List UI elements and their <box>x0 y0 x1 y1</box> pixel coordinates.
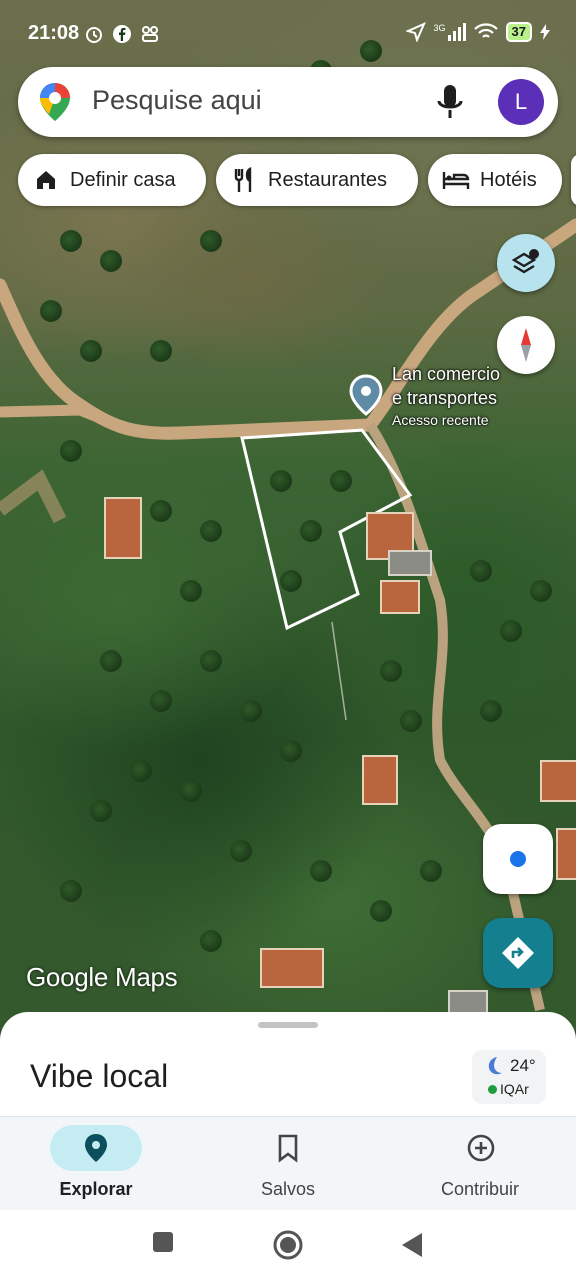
weather-widget[interactable]: 24° IQAr <box>472 1050 546 1104</box>
search-input[interactable]: Pesquise aqui <box>92 85 262 116</box>
status-system-icons: 3G 37 <box>405 22 550 42</box>
alarm-icon <box>86 27 102 43</box>
place-subtitle: Acesso recente <box>392 412 489 428</box>
chip-label: Definir casa <box>70 168 176 191</box>
air-quality-label: IQAr <box>500 1081 529 1097</box>
place-pin-icon[interactable] <box>348 374 384 416</box>
sheet-drag-handle[interactable] <box>258 1022 318 1028</box>
place-name-line2: e transportes <box>392 388 498 408</box>
status-bar: 21:08 3G 37 <box>0 0 576 70</box>
home-icon <box>32 166 60 194</box>
nav-salvos[interactable]: Salvos <box>192 1117 384 1211</box>
moon-icon <box>488 1057 502 1075</box>
chip-label: Hotéis <box>480 168 537 191</box>
add-circle-icon <box>467 1134 495 1162</box>
network-type: 3G <box>433 23 446 33</box>
google-maps-logo-icon <box>40 83 70 121</box>
nav-label: Explorar <box>59 1179 133 1199</box>
google-maps-watermark: Google Maps <box>26 962 178 992</box>
chip-restaurantes[interactable]: Restaurantes <box>216 154 418 206</box>
layers-button[interactable] <box>497 234 555 292</box>
directions-button[interactable] <box>483 918 553 988</box>
account-avatar[interactable]: L <box>498 79 544 125</box>
status-time: 21:08 <box>28 22 80 44</box>
bookmark-icon <box>278 1134 298 1163</box>
layers-icon <box>511 249 539 274</box>
chip-hoteis[interactable]: Hotéis <box>428 154 562 206</box>
place-name-line1: Lan comercio <box>392 364 501 384</box>
hotel-icon <box>442 166 470 194</box>
back-icon[interactable] <box>400 1232 424 1258</box>
battery-icon: 37 <box>505 22 532 42</box>
compass-button[interactable] <box>497 316 555 374</box>
nav-explorar[interactable]: Explorar <box>0 1117 192 1211</box>
my-location-button[interactable] <box>483 824 553 894</box>
facebook-icon <box>113 25 131 43</box>
nav-contribuir[interactable]: Contribuir <box>384 1117 576 1211</box>
compass-icon <box>521 328 531 362</box>
sheet-title: Vibe local <box>30 1058 169 1094</box>
my-location-icon <box>510 851 526 867</box>
chip-definir-casa[interactable]: Definir casa <box>18 154 206 206</box>
system-navigation-bar <box>0 1210 576 1280</box>
home-button-icon[interactable] <box>272 1229 304 1261</box>
search-bar[interactable]: Pesquise aqui L <box>18 67 558 137</box>
temperature: 24° <box>510 1056 536 1075</box>
chip-label: Restaurantes <box>268 168 387 191</box>
status-notification-icons <box>84 24 160 44</box>
wifi-icon <box>473 23 498 38</box>
air-quality-dot <box>488 1085 497 1094</box>
app-notification-icon <box>142 26 158 42</box>
charging-bolt-icon <box>540 24 550 40</box>
nav-label: Contribuir <box>440 1179 520 1199</box>
microphone-icon[interactable] <box>434 83 466 121</box>
chip-more[interactable] <box>571 154 576 206</box>
navigation-arrow-icon <box>405 22 426 42</box>
restaurant-icon <box>230 166 258 194</box>
directions-icon <box>502 937 534 969</box>
place-label[interactable]: Lan comercio e transportes Acesso recent… <box>392 362 500 429</box>
bottom-sheet[interactable]: Vibe local 24° IQAr <box>0 1012 576 1132</box>
bottom-navigation: Explorar Salvos Contribuir <box>0 1116 576 1211</box>
explore-pin-icon <box>85 1134 107 1162</box>
signal-icon: 3G <box>434 23 466 41</box>
recents-icon[interactable] <box>152 1231 174 1253</box>
nav-label: Salvos <box>260 1179 316 1199</box>
